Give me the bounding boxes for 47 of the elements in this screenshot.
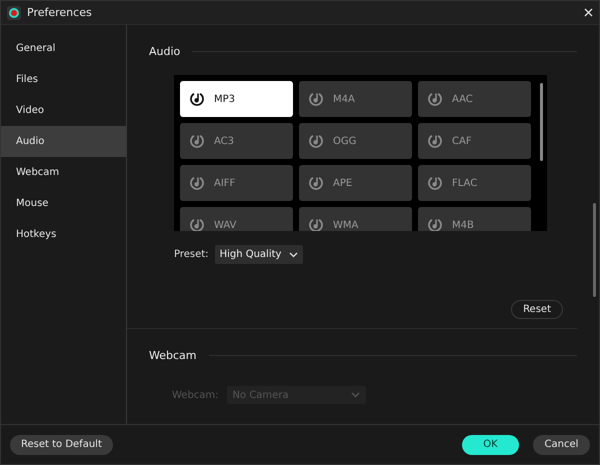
section-heading: Audio	[149, 45, 180, 58]
music-disc-icon	[189, 217, 205, 231]
music-disc-icon	[308, 91, 324, 107]
format-tile[interactable]: APE	[299, 165, 412, 201]
scrollbar-thumb[interactable]	[540, 83, 543, 161]
format-tile[interactable]: AAC	[418, 81, 531, 117]
sidebar-item[interactable]: Video	[1, 95, 126, 126]
chevron-down-icon	[289, 252, 298, 258]
format-tile[interactable]: OGG	[299, 123, 412, 159]
sidebar-item[interactable]: Files	[1, 64, 126, 95]
music-disc-icon	[427, 217, 443, 231]
section-heading: Webcam	[149, 349, 196, 362]
scrollbar-thumb[interactable]	[593, 203, 596, 297]
sidebar-item[interactable]: Hotkeys	[1, 219, 126, 250]
preset-label: Preset:	[174, 249, 209, 260]
close-icon[interactable]	[584, 8, 593, 17]
ok-button[interactable]: OK	[462, 434, 519, 454]
format-tile[interactable]: M4A	[299, 81, 412, 117]
window-title: Preferences	[27, 6, 92, 19]
preset-dropdown[interactable]: High Quality	[214, 245, 304, 264]
sidebar-item[interactable]: Webcam	[1, 157, 126, 188]
reset-to-default-button[interactable]: Reset to Default	[10, 434, 113, 454]
app-logo-icon	[7, 6, 21, 20]
format-tile[interactable]: MP3	[180, 81, 293, 117]
cancel-button[interactable]: Cancel	[533, 434, 590, 454]
sidebar-item[interactable]: General	[1, 33, 126, 64]
reset-button[interactable]: Reset	[511, 300, 563, 319]
music-disc-icon	[308, 217, 324, 231]
chevron-down-icon	[350, 392, 360, 398]
music-disc-icon	[427, 175, 443, 191]
format-tile[interactable]: M4B	[418, 207, 531, 231]
music-disc-icon	[308, 133, 324, 149]
webcam-label: Webcam:	[172, 390, 219, 400]
format-tile[interactable]: AIFF	[180, 165, 293, 201]
music-disc-icon	[189, 91, 205, 107]
music-disc-icon	[308, 175, 324, 191]
music-disc-icon	[189, 175, 205, 191]
sidebar-item[interactable]: Mouse	[1, 188, 126, 219]
format-tile[interactable]: FLAC	[418, 165, 531, 201]
format-tile[interactable]: CAF	[418, 123, 531, 159]
format-tile[interactable]: AC3	[180, 123, 293, 159]
music-disc-icon	[427, 91, 443, 107]
format-tile[interactable]: WAV	[180, 207, 293, 231]
music-disc-icon	[189, 133, 205, 149]
format-tile[interactable]: WMA	[299, 207, 412, 231]
sidebar-item[interactable]: Audio	[1, 126, 126, 157]
music-disc-icon	[427, 133, 443, 149]
